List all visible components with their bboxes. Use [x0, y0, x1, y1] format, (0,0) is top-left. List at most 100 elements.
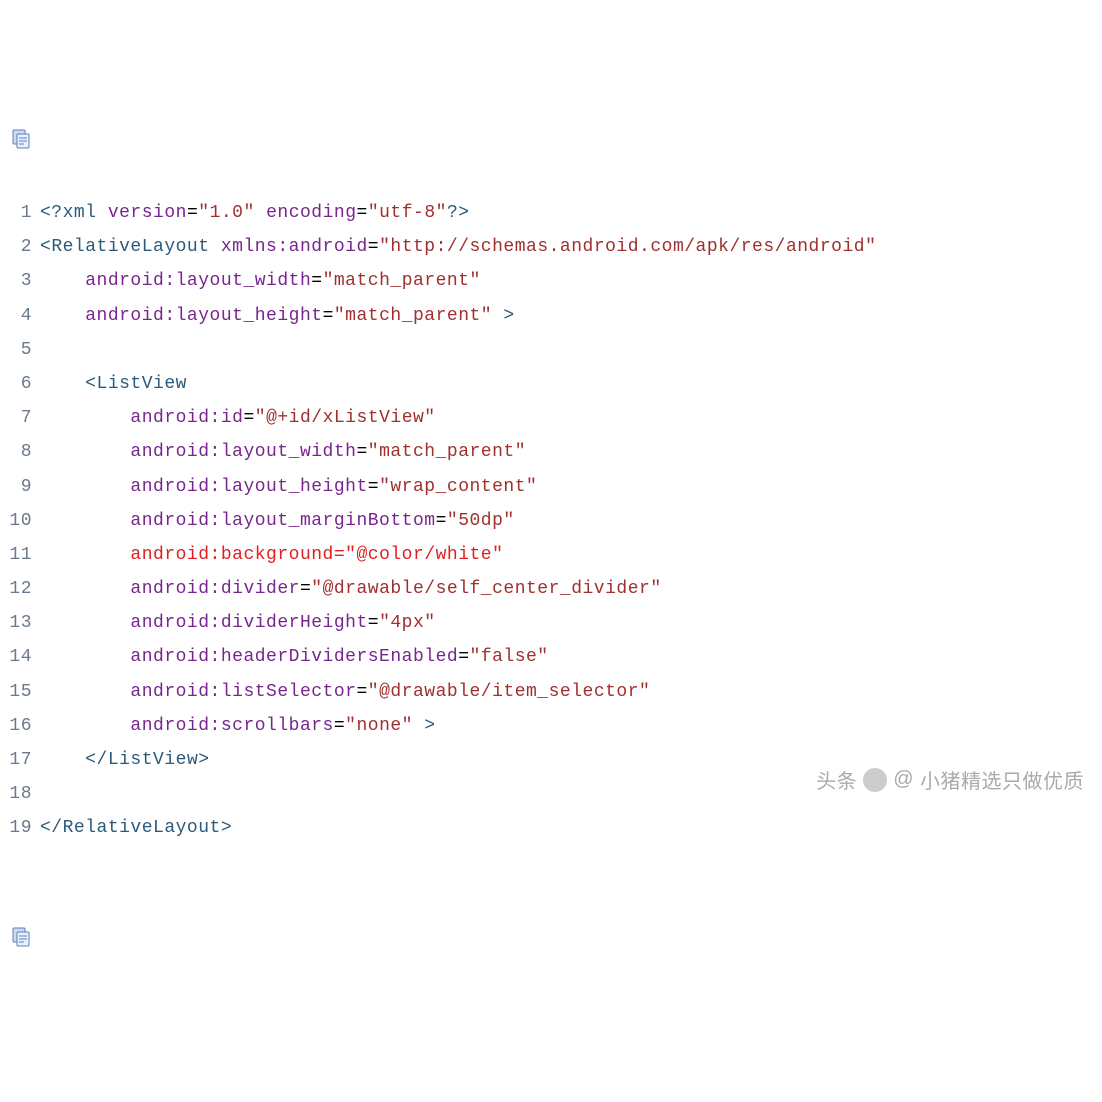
line-number: 16: [6, 709, 40, 743]
line-content[interactable]: android:background="@color/white": [40, 538, 1096, 572]
code-line[interactable]: 15 android:listSelector="@drawable/item_…: [6, 675, 1096, 709]
code-token: =: [323, 306, 334, 326]
code-line[interactable]: 3 android:layout_width="match_parent": [6, 264, 1096, 298]
line-content[interactable]: android:layout_height="wrap_content": [40, 470, 1096, 504]
code-token: "none": [345, 716, 413, 736]
line-content[interactable]: <ListView: [40, 367, 1096, 401]
line-number: 9: [6, 470, 40, 504]
code-token: =: [334, 545, 345, 565]
line-content[interactable]: <RelativeLayout xmlns:android="http://sc…: [40, 230, 1096, 264]
line-number: 6: [6, 367, 40, 401]
code-token: "4px": [379, 613, 436, 633]
copy-icon[interactable]: [10, 88, 33, 170]
code-line[interactable]: 12 android:divider="@drawable/self_cente…: [6, 572, 1096, 606]
code-line[interactable]: 13 android:dividerHeight="4px": [6, 606, 1096, 640]
code-token: [40, 442, 130, 462]
line-number: 8: [6, 435, 40, 469]
code-editor[interactable]: 1<?xml version="1.0" encoding="utf-8"?>2…: [6, 196, 1096, 846]
code-line[interactable]: 9 android:layout_height="wrap_content": [6, 470, 1096, 504]
line-number: 3: [6, 264, 40, 298]
watermark-at: @: [893, 768, 914, 791]
line-number: 13: [6, 606, 40, 640]
line-content[interactable]: android:listSelector="@drawable/item_sel…: [40, 675, 1096, 709]
code-token: android:headerDividersEnabled: [130, 647, 458, 667]
code-token: android:layout_height: [85, 306, 322, 326]
line-number: 10: [6, 504, 40, 538]
line-number: 12: [6, 572, 40, 606]
code-line[interactable]: 19</RelativeLayout>: [6, 811, 1096, 845]
line-content[interactable]: android:id="@+id/xListView": [40, 401, 1096, 435]
code-token: "50dp": [447, 511, 515, 531]
line-content[interactable]: android:layout_width="match_parent": [40, 264, 1096, 298]
code-token: [40, 545, 130, 565]
code-token: =: [356, 682, 367, 702]
code-token: =: [458, 647, 469, 667]
code-token: android:scrollbars: [130, 716, 333, 736]
code-token: [40, 408, 130, 428]
code-token: android:listSelector: [130, 682, 356, 702]
code-token: android:layout_marginBottom: [130, 511, 435, 531]
code-token: <: [85, 374, 96, 394]
code-token: [40, 647, 130, 667]
line-number: 1: [6, 196, 40, 230]
code-token: "http://schemas.android.com/apk/res/andr…: [379, 237, 876, 257]
code-token: "match_parent": [334, 306, 492, 326]
code-token: "1.0": [198, 203, 255, 223]
code-line[interactable]: 8 android:layout_width="match_parent": [6, 435, 1096, 469]
code-token: =: [243, 408, 254, 428]
line-content[interactable]: <?xml version="1.0" encoding="utf-8"?>: [40, 196, 1096, 230]
code-line[interactable]: 11 android:background="@color/white": [6, 538, 1096, 572]
code-line[interactable]: 2<RelativeLayout xmlns:android="http://s…: [6, 230, 1096, 264]
line-number: 17: [6, 743, 40, 777]
code-line[interactable]: 16 android:scrollbars="none" >: [6, 709, 1096, 743]
code-token: "false": [470, 647, 549, 667]
code-token: =: [334, 716, 345, 736]
line-content[interactable]: android:scrollbars="none" >: [40, 709, 1096, 743]
code-token: [40, 579, 130, 599]
line-number: 18: [6, 777, 40, 811]
line-number: 11: [6, 538, 40, 572]
watermark: 头条 @ 小猪精选只做优质: [816, 765, 1084, 794]
code-token: [40, 613, 130, 633]
code-token: >: [198, 750, 209, 770]
code-token: "@drawable/self_center_divider": [311, 579, 661, 599]
code-line[interactable]: 1<?xml version="1.0" encoding="utf-8"?>: [6, 196, 1096, 230]
code-token: [40, 511, 130, 531]
code-line[interactable]: 5: [6, 333, 1096, 367]
line-content[interactable]: </RelativeLayout>: [40, 811, 1096, 845]
code-token: </: [85, 750, 108, 770]
code-token: <: [40, 237, 51, 257]
code-token: "match_parent": [323, 271, 481, 291]
line-content[interactable]: android:dividerHeight="4px": [40, 606, 1096, 640]
code-token: ListView: [97, 374, 187, 394]
code-token: [40, 477, 130, 497]
code-token: "utf-8": [368, 203, 447, 223]
code-token: ListView: [108, 750, 198, 770]
line-number: 15: [6, 675, 40, 709]
code-token: encoding: [266, 203, 356, 223]
copy-icon-bottom[interactable]: [10, 886, 33, 968]
code-line[interactable]: 4 android:layout_height="match_parent" >: [6, 299, 1096, 333]
code-token: >: [413, 716, 436, 736]
code-token: xmlns:android: [221, 237, 368, 257]
code-line[interactable]: 14 android:headerDividersEnabled="false": [6, 640, 1096, 674]
line-content[interactable]: android:layout_height="match_parent" >: [40, 299, 1096, 333]
code-token: android:dividerHeight: [130, 613, 367, 633]
line-number: 5: [6, 333, 40, 367]
watermark-prefix: 头条: [816, 765, 857, 794]
code-token: RelativeLayout: [51, 237, 221, 257]
code-token: [40, 682, 130, 702]
code-token: =: [368, 613, 379, 633]
line-content[interactable]: android:layout_width="match_parent": [40, 435, 1096, 469]
code-token: =: [436, 511, 447, 531]
code-line[interactable]: 10 android:layout_marginBottom="50dp": [6, 504, 1096, 538]
code-line[interactable]: 7 android:id="@+id/xListView": [6, 401, 1096, 435]
line-content[interactable]: android:divider="@drawable/self_center_d…: [40, 572, 1096, 606]
code-line[interactable]: 6 <ListView: [6, 367, 1096, 401]
code-token: [40, 716, 130, 736]
line-content[interactable]: android:layout_marginBottom="50dp": [40, 504, 1096, 538]
code-token: =: [357, 203, 368, 223]
line-content[interactable]: android:headerDividersEnabled="false": [40, 640, 1096, 674]
line-number: 19: [6, 811, 40, 845]
code-token: =: [311, 271, 322, 291]
